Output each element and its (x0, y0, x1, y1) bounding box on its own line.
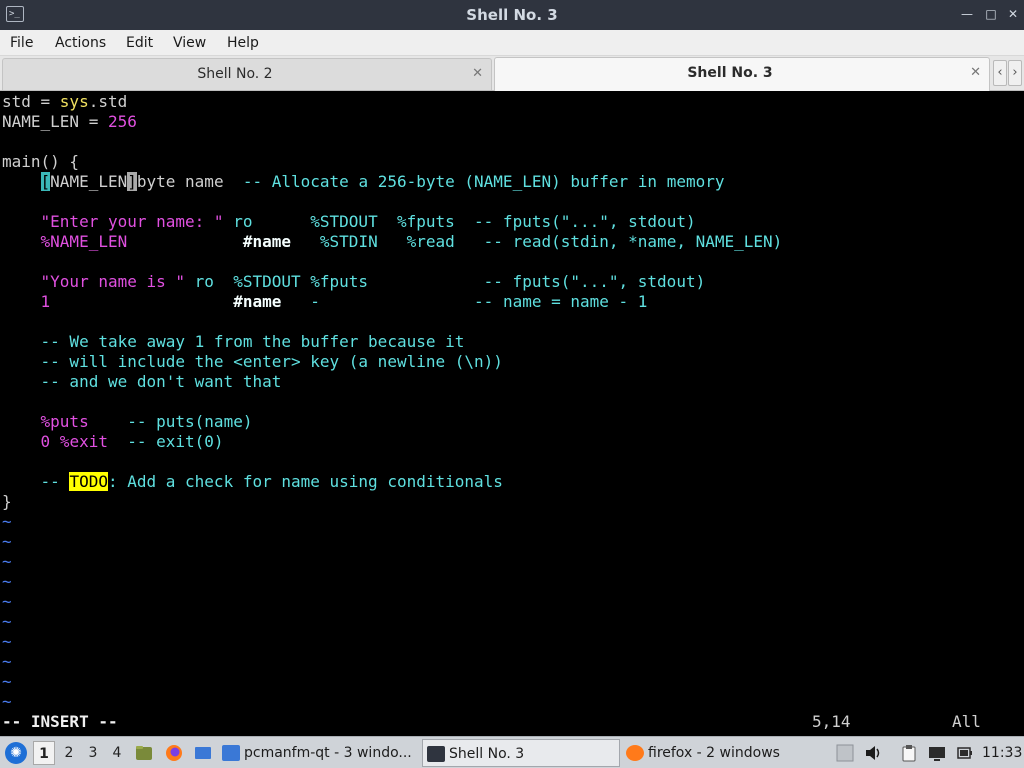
menu-bar: File Actions Edit View Help (0, 30, 1024, 56)
window-title: Shell No. 3 (466, 6, 558, 24)
tab-close-icon[interactable]: ✕ (472, 59, 483, 89)
tab-close-icon[interactable]: ✕ (970, 58, 981, 88)
empty-line-tilde: ~ (2, 552, 12, 571)
close-button[interactable]: ✕ (1006, 7, 1020, 21)
taskbar: ✺ 1 2 3 4 pcmanfm-qt - 3 windo... Shell … (0, 736, 1024, 768)
code-line-1: std = sys.std (2, 92, 128, 111)
mail-icon[interactable] (836, 744, 854, 762)
code-line-13: -- We take away 1 from the buffer becaus… (40, 332, 465, 351)
clipboard-icon[interactable] (900, 744, 918, 762)
mode-indicator: -- INSERT -- (2, 712, 118, 731)
code-line-5: [NAME_LEN]byte name -- Allocate a 256-by… (40, 172, 725, 191)
vim-status-line: -- INSERT -- 5,14 All (0, 712, 1024, 734)
battery-icon[interactable] (956, 744, 974, 762)
code-line-4: main() { (2, 152, 80, 171)
task-shell-3[interactable]: Shell No. 3 (422, 739, 620, 767)
volume-icon[interactable] (864, 744, 882, 762)
scroll-indicator: All (952, 712, 981, 731)
tab-scroll-right-button[interactable]: › (1008, 60, 1022, 86)
window-titlebar: >_ Shell No. 3 — □ ✕ (0, 0, 1024, 30)
empty-line-tilde: ~ (2, 612, 12, 631)
tab-scroll-left-button[interactable]: ‹ (993, 60, 1007, 86)
menu-file[interactable]: File (10, 30, 33, 56)
menu-edit[interactable]: Edit (126, 30, 153, 56)
text-cursor: [ (40, 172, 51, 191)
desktop-1-button[interactable]: 1 (33, 741, 55, 765)
minimize-button[interactable]: — (960, 7, 974, 21)
empty-line-tilde: ~ (2, 512, 12, 531)
menu-view[interactable]: View (173, 30, 206, 56)
todo-highlight: TODO (69, 472, 108, 491)
terminal-view[interactable]: std = sys.std NAME_LEN = 256 main() { [N… (0, 92, 1024, 735)
display-icon[interactable] (928, 744, 946, 762)
menu-help[interactable]: Help (227, 30, 259, 56)
cursor-position: 5,14 (812, 712, 851, 731)
maximize-button[interactable]: □ (984, 7, 998, 21)
desktop-4-button[interactable]: 4 (106, 741, 128, 765)
matching-bracket: ] (127, 172, 137, 191)
code-line-2: NAME_LEN = 256 (2, 112, 137, 131)
tab-shell-3[interactable]: Shell No. 3 ✕ (494, 57, 990, 91)
code-line-14: -- will include the <enter> key (a newli… (40, 352, 503, 371)
tab-label: Shell No. 3 (687, 65, 773, 81)
desktop-3-button[interactable]: 3 (82, 741, 104, 765)
clock[interactable]: 11:33 (982, 737, 1022, 768)
tab-bar: Shell No. 2 ✕ Shell No. 3 ✕ ‹ › (0, 56, 1024, 91)
firefox-icon (626, 745, 644, 761)
code-line-7: "Enter your name: " ro %STDOUT %fputs --… (40, 212, 696, 231)
code-line-11: 1 #name - -- name = name - 1 (40, 292, 648, 311)
task-firefox[interactable]: firefox - 2 windows (626, 739, 826, 767)
menu-actions[interactable]: Actions (55, 30, 106, 56)
empty-line-tilde: ~ (2, 572, 12, 591)
empty-line-tilde: ~ (2, 692, 12, 711)
terminal-icon (427, 746, 445, 762)
start-menu-icon[interactable]: ✺ (5, 742, 27, 764)
code-line-18: 0 %exit -- exit(0) (40, 432, 224, 451)
tab-label: Shell No. 2 (197, 66, 273, 82)
desktop-2-button[interactable]: 2 (58, 741, 80, 765)
empty-line-tilde: ~ (2, 632, 12, 651)
empty-line-tilde: ~ (2, 652, 12, 671)
tab-shell-2[interactable]: Shell No. 2 ✕ (2, 58, 492, 90)
firefox-icon[interactable] (164, 743, 184, 763)
code-line-20: -- TODO: Add a check for name using cond… (40, 472, 503, 491)
empty-line-tilde: ~ (2, 672, 12, 691)
code-line-17: %puts -- puts(name) (40, 412, 253, 431)
task-pcmanfm[interactable]: pcmanfm-qt - 3 windo... (222, 739, 418, 767)
code-line-8: %NAME_LEN #name %STDIN %read -- read(std… (40, 232, 783, 251)
code-line-15: -- and we don't want that (40, 372, 282, 391)
empty-line-tilde: ~ (2, 532, 12, 551)
code-line-10: "Your name is " ro %STDOUT %fputs -- fpu… (40, 272, 706, 291)
code-line-21: } (2, 492, 12, 511)
folder-icon (222, 745, 240, 761)
empty-line-tilde: ~ (2, 592, 12, 611)
file-manager-icon[interactable] (134, 743, 154, 763)
show-desktop-icon[interactable] (193, 743, 213, 763)
